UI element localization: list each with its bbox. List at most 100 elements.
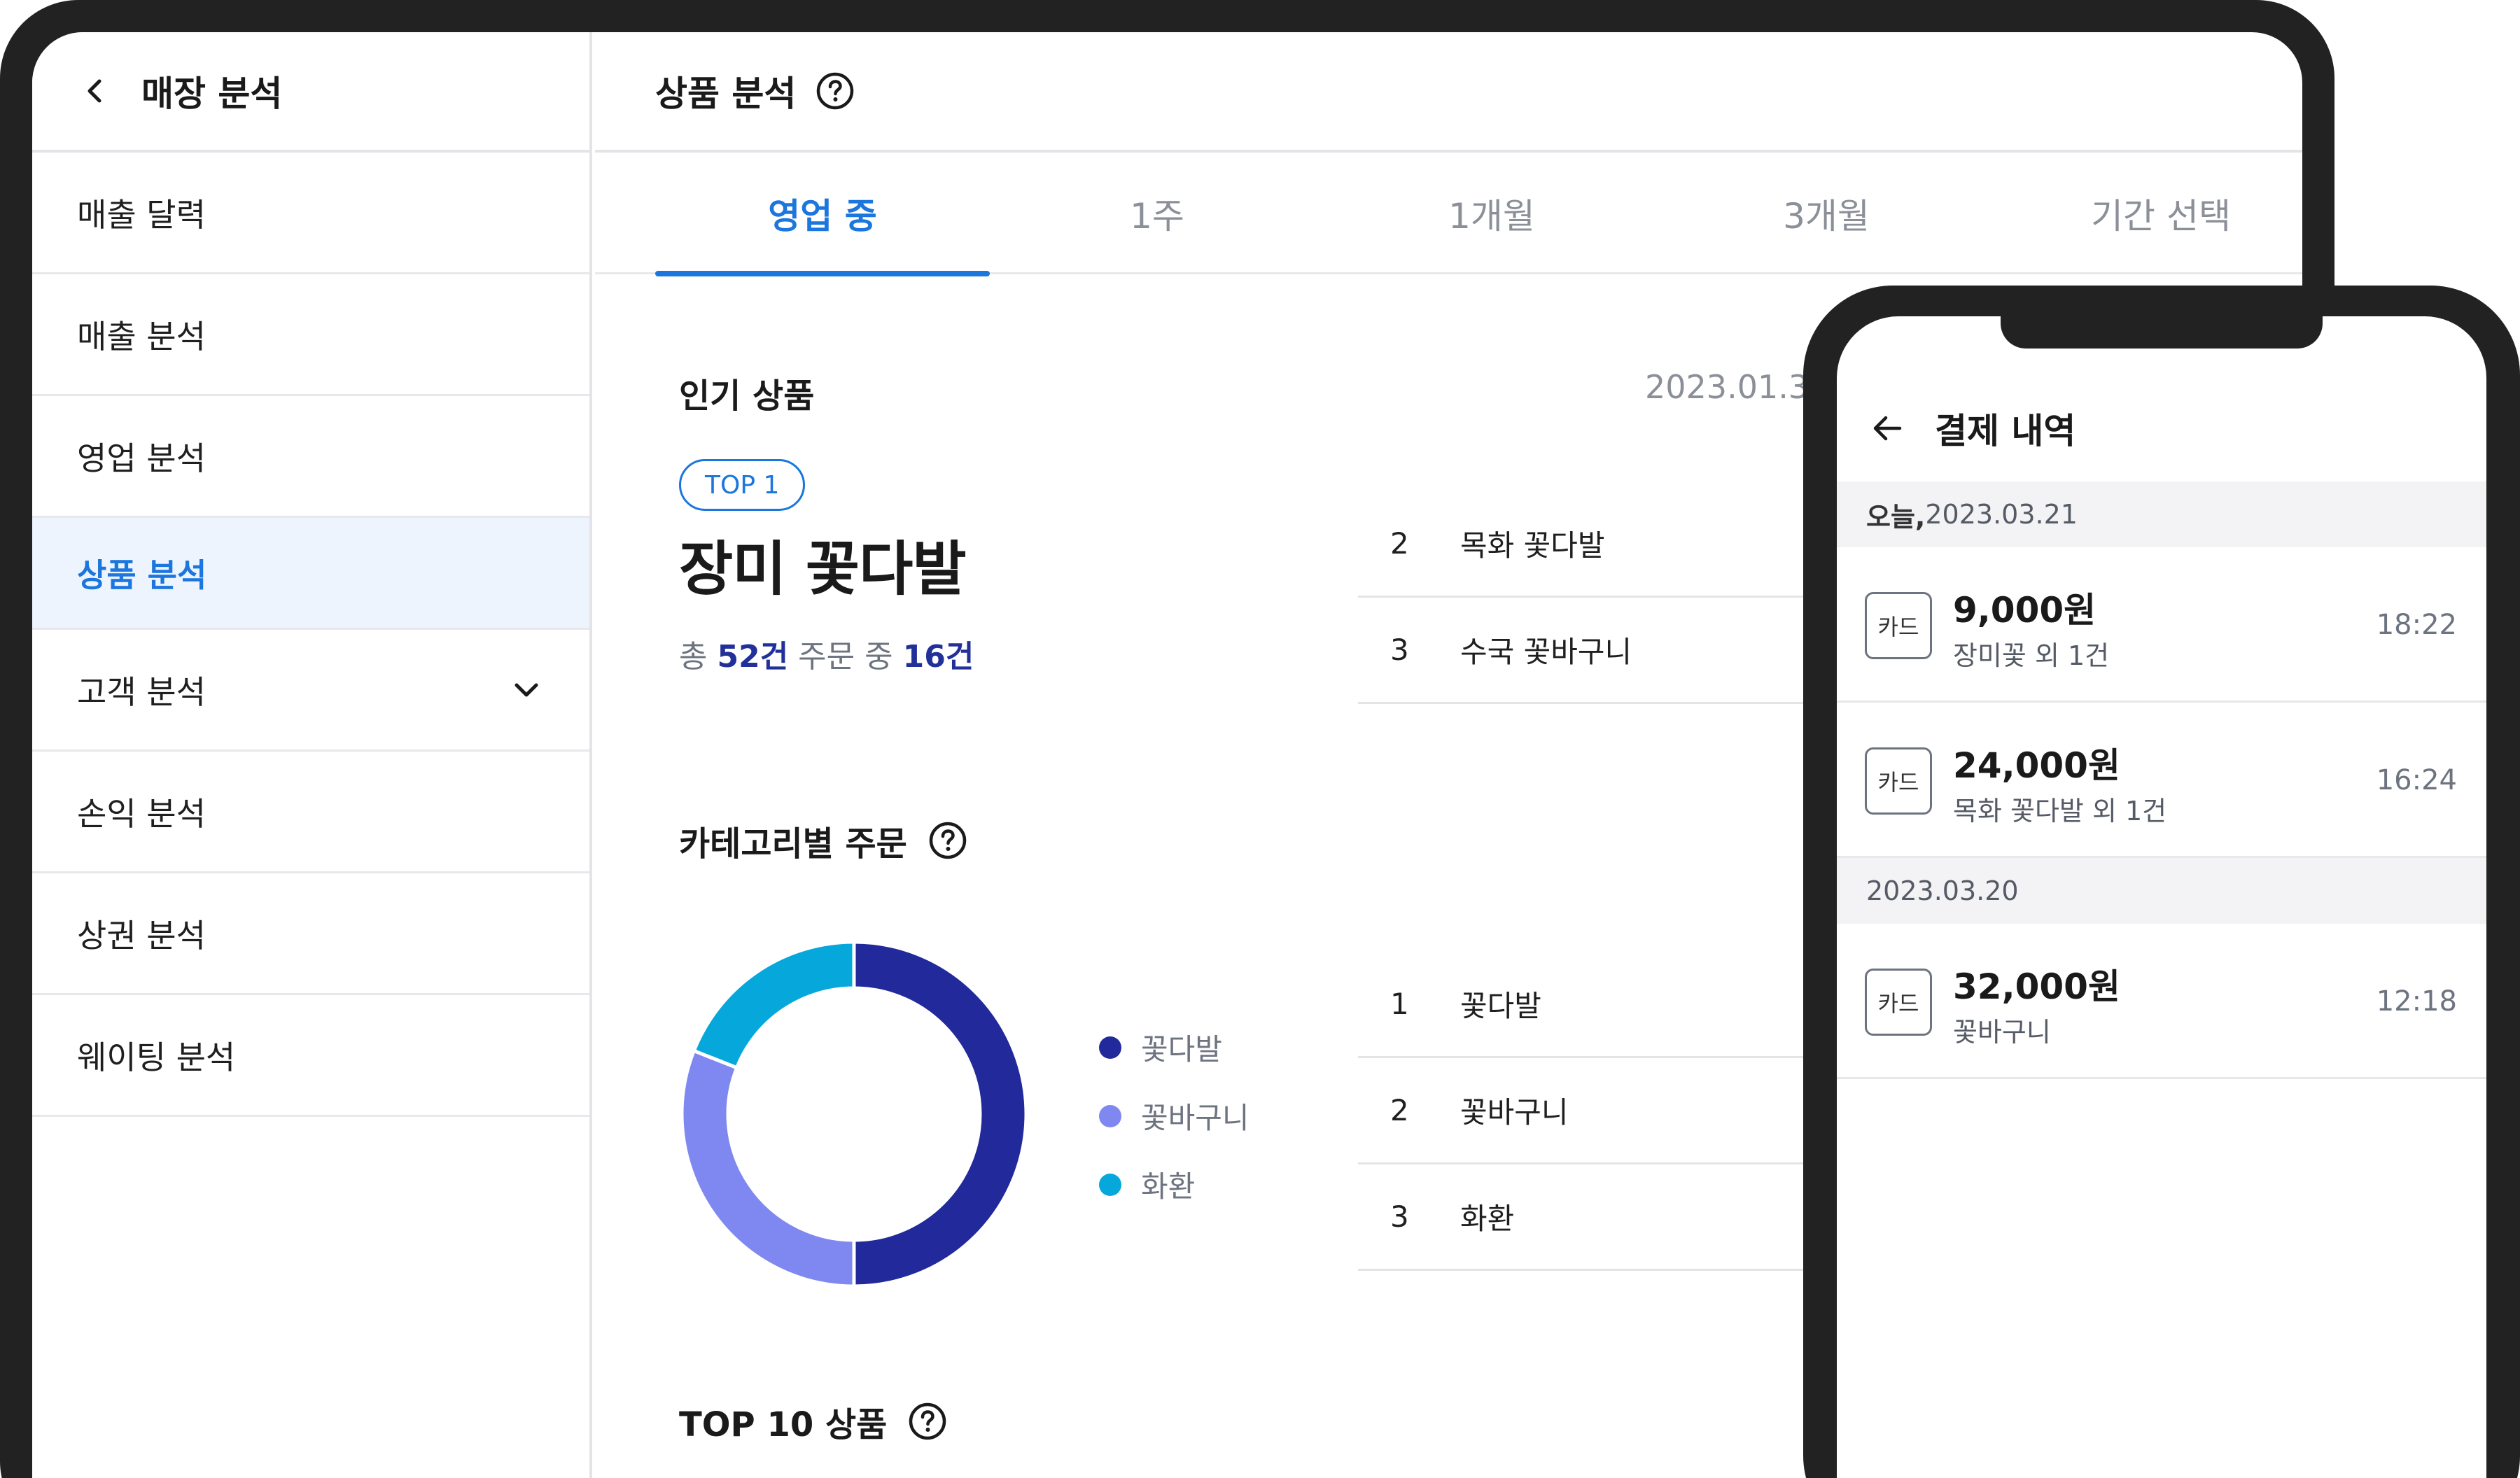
- phone-notch: [2001, 316, 2323, 349]
- payment-time: 16:24: [2376, 764, 2457, 796]
- tab-select-period[interactable]: 기간 선택: [1994, 153, 2302, 274]
- sidebar-item-label: 고객 분석: [77, 673, 206, 711]
- rank-category-name: 꽃바구니: [1460, 1095, 1569, 1129]
- category-title-text: 카테고리별 주문: [679, 824, 907, 864]
- card-method-badge: 카드: [1865, 747, 1932, 815]
- product-orders: 16건: [902, 639, 974, 675]
- tab-open-now[interactable]: 영업 중: [655, 153, 990, 276]
- table-row[interactable]: 3 수국 꽃바구니: [1358, 598, 1862, 704]
- sidebar-item-product-analysis[interactable]: 상품 분석: [32, 518, 589, 630]
- payment-item[interactable]: 카드 9,000원 장미꽃 외 1건 18:22: [1837, 547, 2486, 703]
- sidebar: 매장 분석 매출 달력 매출 분석 영업 분석 상품 분석 고객 분석 손익 분…: [32, 32, 592, 1478]
- phone-header: 결제 내역: [1837, 379, 2486, 477]
- date-group-header: 2023.03.20: [1837, 858, 2486, 924]
- popular-title-text: 인기 상품: [679, 376, 815, 416]
- legend-dot: [1099, 1104, 1121, 1127]
- legend-dot: [1099, 1173, 1121, 1196]
- help-icon[interactable]: [816, 71, 855, 111]
- sidebar-header: 매장 분석: [32, 32, 589, 153]
- sidebar-item-business-analysis[interactable]: 영업 분석: [32, 396, 589, 518]
- rank-product-name: 목화 꽃다발: [1460, 528, 1605, 563]
- legend-item: 꽃다발: [1099, 1026, 1222, 1069]
- category-section-title: 카테고리별 주문: [679, 816, 967, 865]
- top10-title-text: TOP 10 상품: [679, 1405, 888, 1444]
- tab-label: 영업 중: [768, 196, 877, 237]
- total-orders: 52건: [717, 639, 789, 675]
- tab-1-week[interactable]: 1주: [990, 153, 1324, 274]
- top-product-name: 장미 꽃다발: [679, 535, 967, 603]
- sidebar-item-label: 매출 달력: [77, 195, 206, 234]
- donut-slice-1: [852, 940, 1028, 1288]
- legend-item: 꽃바구니: [1099, 1095, 1250, 1137]
- card-method-badge: 카드: [1865, 969, 1932, 1036]
- payment-description: 목화 꽃다발 외 1건: [1953, 796, 2167, 826]
- rank-category-name: 꽃다발: [1460, 989, 1541, 1023]
- date-value: 2023.03.20: [1866, 875, 2019, 906]
- sidebar-item-customer-analysis[interactable]: 고객 분석: [32, 630, 589, 752]
- card-method-badge: 카드: [1865, 592, 1932, 659]
- sidebar-item-trade-area-analysis[interactable]: 상권 분석: [32, 873, 589, 995]
- sidebar-item-label: 상권 분석: [77, 916, 206, 955]
- table-row[interactable]: 2 목화 꽃다발: [1358, 491, 1862, 598]
- rank-category-name: 화환: [1460, 1202, 1515, 1236]
- tab-3-months[interactable]: 3개월: [1659, 153, 1994, 274]
- phone-title: 결제 내역: [1935, 411, 2076, 451]
- top-badge: TOP 1: [679, 459, 806, 511]
- chevron-down-icon[interactable]: [508, 672, 545, 708]
- sidebar-item-label: 상품 분석: [77, 556, 207, 594]
- table-row[interactable]: 1 꽃다발: [1358, 952, 1862, 1058]
- payment-amount: 32,000원: [1953, 966, 2120, 1007]
- tab-label: 1개월: [1448, 196, 1535, 237]
- legend-dot: [1099, 1036, 1121, 1059]
- help-icon[interactable]: [908, 1402, 947, 1441]
- sidebar-item-label: 웨이팅 분석: [77, 1038, 236, 1076]
- arrow-left-icon[interactable]: [1868, 409, 1907, 448]
- rank-number: 3: [1390, 1199, 1409, 1234]
- donut-slice-2: [680, 1048, 856, 1288]
- sidebar-item-sales-calendar[interactable]: 매출 달력: [32, 153, 589, 274]
- date-group-header: 오늘, 2023.03.21: [1837, 481, 2486, 547]
- tab-1-month[interactable]: 1개월: [1324, 153, 1659, 274]
- sidebar-item-sales-analysis[interactable]: 매출 분석: [32, 274, 589, 396]
- top10-section-title: TOP 10 상품: [679, 1397, 947, 1446]
- payment-item[interactable]: 카드 24,000원 목화 꽃다발 외 1건 16:24: [1837, 703, 2486, 858]
- donut-slice-3: [692, 940, 856, 1070]
- page-title: 상품 분석: [655, 73, 797, 114]
- summary-mid: 주문 중: [788, 639, 903, 675]
- sidebar-item-label: 손익 분석: [77, 794, 206, 833]
- chevron-left-icon[interactable]: [77, 73, 113, 109]
- payment-amount: 24,000원: [1953, 745, 2120, 786]
- table-row[interactable]: 3 화환: [1358, 1164, 1862, 1271]
- rank-number: 1: [1390, 987, 1409, 1021]
- payment-amount: 9,000원: [1953, 590, 2096, 631]
- tab-label: 3개월: [1783, 196, 1870, 237]
- rank-number: 3: [1390, 633, 1409, 667]
- tab-label: 기간 선택: [2091, 196, 2231, 237]
- rank-product-name: 수국 꽃바구니: [1460, 635, 1632, 669]
- rank-number: 2: [1390, 1093, 1409, 1127]
- payment-time: 18:22: [2376, 609, 2457, 641]
- period-tabs: 영업 중 1주 1개월 3개월 기간 선택: [595, 153, 2302, 276]
- help-icon[interactable]: [928, 821, 967, 860]
- date-prefix: 오늘,: [1866, 501, 1926, 533]
- phone-screen: 결제 내역 오늘, 2023.03.21 카드 9,000원 장미꽃 외 1건 …: [1837, 316, 2486, 1478]
- summary-prefix: 총: [679, 639, 718, 675]
- popular-section-title: 인기 상품: [679, 368, 814, 417]
- rank-number: 2: [1390, 526, 1409, 561]
- payment-item[interactable]: 카드 32,000원 꽃바구니 12:18: [1837, 924, 2486, 1079]
- category-donut-chart: [680, 940, 1028, 1288]
- sidebar-item-waiting-analysis[interactable]: 웨이팅 분석: [32, 995, 589, 1117]
- sidebar-item-profit-analysis[interactable]: 손익 분석: [32, 752, 589, 873]
- payment-time: 12:18: [2376, 985, 2457, 1018]
- sidebar-item-label: 영업 분석: [77, 439, 206, 477]
- payment-description: 꽃바구니: [1953, 1017, 2051, 1048]
- main-header: 상품 분석: [595, 32, 2302, 153]
- legend-label: 꽃바구니: [1141, 1101, 1250, 1135]
- legend-label: 화환: [1141, 1169, 1196, 1204]
- sidebar-item-label: 매출 분석: [77, 317, 206, 356]
- table-row[interactable]: 2 꽃바구니: [1358, 1058, 1862, 1164]
- legend-item: 화환: [1099, 1163, 1195, 1206]
- payment-description: 장미꽃 외 1건: [1953, 640, 2110, 671]
- popular-date: 2023.01.31: [1645, 368, 1830, 406]
- tab-label: 1주: [1130, 196, 1184, 237]
